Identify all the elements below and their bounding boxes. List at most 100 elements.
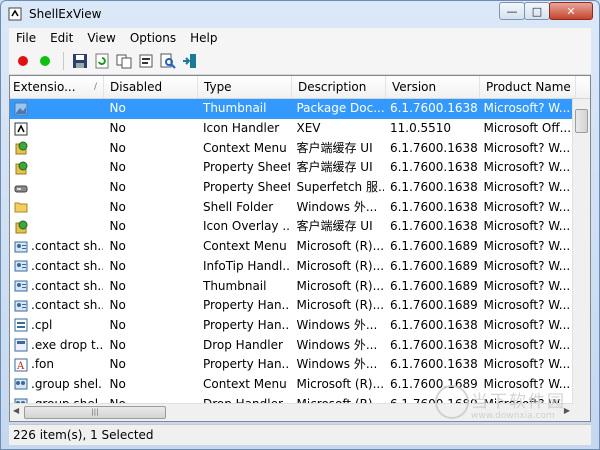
vertical-scroll-thumb[interactable] (575, 109, 588, 133)
group-icon (13, 376, 29, 392)
contact-icon (13, 258, 29, 274)
find-icon[interactable] (158, 51, 178, 71)
column-extension[interactable]: Extensio... / (10, 76, 104, 98)
cell-version: 6.1.7600.1638... (389, 357, 478, 372)
table-row[interactable]: .contact sh... No Property Han... Microsoft… (10, 296, 573, 316)
cell-disabled: No (109, 101, 126, 116)
disable-icon[interactable] (13, 51, 33, 71)
cell-type: InfoTip Handl... (202, 258, 291, 273)
table-row[interactable]: A .fon No Property Han... Windows 外... 6.1.76… (10, 355, 573, 375)
column-disabled[interactable]: Disabled (104, 76, 198, 98)
cell-version: 6.1.7600.1638... (389, 140, 478, 155)
table-row[interactable]: .contact sh... No Context Menu Microsoft (R… (10, 237, 573, 257)
cell-product-name: Microsoft? W... (483, 160, 571, 175)
cell-description: Windows 外... (296, 337, 378, 352)
table-row[interactable]: No Shell Folder Windows 外... 6.1.7600.1638.… (10, 197, 573, 217)
column-description[interactable]: Description (292, 76, 386, 98)
svg-text:A: A (16, 361, 25, 372)
cell-product-name: Microsoft? W... (483, 298, 571, 313)
cell-extension: .contact sh... (10, 296, 103, 315)
cell-product-name: Microsoft? W... (483, 258, 571, 273)
cell-type: Property Sheet (202, 160, 291, 175)
maximize-button[interactable]: □ (524, 2, 550, 20)
column-version[interactable]: Version (386, 76, 480, 98)
cell-disabled: No (109, 258, 126, 273)
cell-product-name: Microsoft? W... (483, 337, 571, 352)
contact-icon (13, 298, 29, 314)
cell-description: 客户端缓存 UI (296, 160, 373, 175)
cell-version: 6.1.7600.1638... (389, 219, 478, 234)
cell-description: Windows 外... (296, 357, 378, 372)
cell-description: Superfetch 服... (296, 180, 384, 195)
column-type[interactable]: Type (198, 76, 292, 98)
cell-version: 6.1.7600.1638... (389, 101, 478, 116)
table-row[interactable]: No Property Sheet Superfetch 服... 6.1.7600.… (10, 178, 573, 198)
cell-disabled: No (109, 357, 126, 372)
vertical-scrollbar[interactable] (572, 99, 590, 404)
exit-icon[interactable] (180, 51, 200, 71)
contact-icon (13, 278, 29, 294)
cell-product-name: Microsoft? W... (483, 317, 571, 332)
extension-text: .exe drop t... (31, 337, 104, 352)
menu-options[interactable]: Options (123, 31, 183, 45)
cell-type: Drop Handler (202, 337, 283, 352)
menu-bar: File Edit View Options Help (9, 28, 591, 48)
table-row[interactable]: .exe drop t... No Drop Handler Windows 外...… (10, 335, 573, 355)
cell-type: Icon Overlay ... (202, 219, 291, 234)
close-button[interactable]: ✕ (549, 2, 593, 20)
properties-icon[interactable] (136, 51, 156, 71)
cell-description: XEV (296, 121, 321, 136)
cell-product-name: Microsoft? W... (483, 239, 571, 254)
cell-type: Thumbnail (202, 101, 267, 116)
cell-disabled: No (109, 160, 126, 175)
refresh-icon[interactable] (92, 51, 112, 71)
title-bar[interactable]: ShellExView — □ ✕ (1, 1, 599, 27)
thumbnail-icon (13, 101, 29, 117)
cell-description: 客户端缓存 UI (296, 140, 373, 155)
table-row[interactable]: .contact sh... No InfoTip Handl... Microsof… (10, 257, 573, 277)
cell-product-name: Microsoft? W... (483, 199, 571, 214)
table-row[interactable]: No Property Sheet 客户端缓存 UI 6.1.7600.1638...… (10, 158, 573, 178)
extension-text: .group shel... (31, 376, 104, 391)
exe-icon (13, 337, 29, 353)
minimize-button[interactable]: — (499, 2, 525, 20)
table-row[interactable]: No Thumbnail Package Doc... 6.1.7600.1638..… (10, 99, 573, 119)
save-icon[interactable] (70, 51, 90, 71)
extension-text: .cpl (31, 317, 53, 332)
table-row[interactable]: No Icon Handler XEV 11.0.5510 Microsoft Off.… (10, 119, 573, 139)
extension-text: .contact sh... (31, 278, 104, 293)
cell-type: Context Menu (202, 140, 287, 155)
table-row[interactable]: No Context Menu 客户端缓存 UI 6.1.7600.1638... Mi… (10, 138, 573, 158)
menu-edit[interactable]: Edit (43, 31, 80, 45)
cell-product-name: Microsoft? W... (483, 101, 571, 116)
column-product-name[interactable]: Product Name (480, 76, 576, 98)
menu-view[interactable]: View (80, 31, 122, 45)
scroll-left-icon[interactable]: ◀ (13, 406, 19, 415)
watermark: 当下软件园 www.downxia.com (435, 385, 585, 425)
app-window: ShellExView — □ ✕ File Edit View Options… (0, 0, 600, 450)
cell-disabled: No (109, 278, 126, 293)
cell-description: Microsoft (R)... (296, 278, 384, 293)
table-row[interactable]: .cpl No Property Han... Windows 外... 6.1.760… (10, 316, 573, 336)
menu-file[interactable]: File (9, 31, 43, 45)
cell-disabled: No (109, 317, 126, 332)
cell-version: 6.1.7600.1638... (389, 337, 478, 352)
table-row[interactable]: No Icon Overlay ... 客户端缓存 UI 6.1.7600.1638.… (10, 217, 573, 237)
cell-type: Property Sheet (202, 180, 291, 195)
cell-type: Property Han... (202, 317, 291, 332)
cell-version: 6.1.7600.1689... (389, 298, 478, 313)
table-row[interactable]: .contact sh... No Thumbnail Microsoft (R)..… (10, 276, 573, 296)
horizontal-scroll-thumb[interactable]: ||| (24, 406, 166, 419)
cell-description: Windows 外... (296, 317, 378, 332)
cell-product-name: Microsoft? W... (483, 180, 571, 195)
cell-version: 6.1.7600.1689... (389, 239, 478, 254)
cell-description: 客户端缓存 UI (296, 219, 373, 234)
enable-icon[interactable] (35, 51, 55, 71)
watermark-url: www.downxia.com (471, 411, 555, 421)
menu-help[interactable]: Help (183, 31, 224, 45)
cell-disabled: No (109, 298, 126, 313)
cell-extension: .group shel... (10, 375, 103, 394)
extension-list[interactable]: Extensio... / Disabled Type Description V… (9, 75, 591, 422)
copy-icon[interactable] (114, 51, 134, 71)
cell-version: 11.0.5510 (389, 121, 452, 136)
